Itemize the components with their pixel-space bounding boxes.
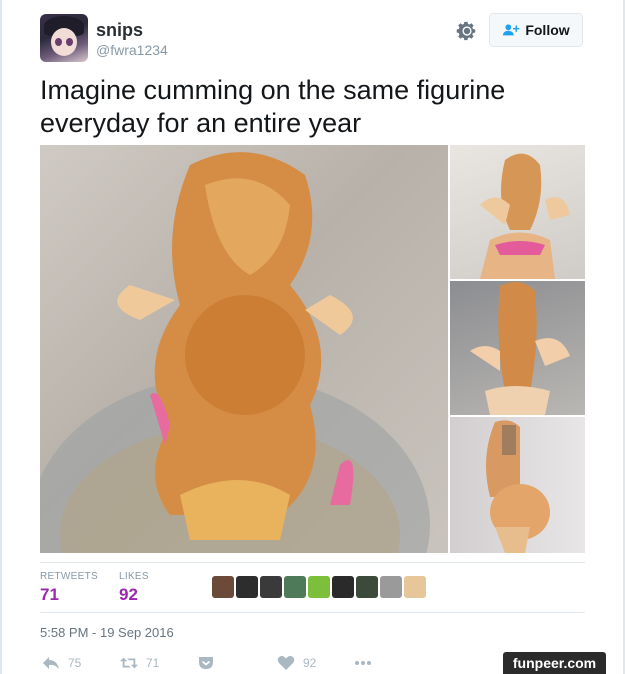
liker-avatar[interactable]: [380, 576, 402, 598]
more-icon: [355, 661, 371, 665]
avatar[interactable]: [40, 14, 88, 62]
retweets-label: RETWEETS: [40, 571, 98, 582]
retweet-button[interactable]: 71: [120, 655, 159, 671]
tweet-timestamp[interactable]: 5:58 PM - 19 Sep 2016: [40, 625, 174, 640]
side-photo-top[interactable]: [450, 145, 585, 279]
follow-button[interactable]: Follow: [489, 13, 583, 47]
liker-avatar[interactable]: [308, 576, 330, 598]
liker-avatar[interactable]: [260, 576, 282, 598]
divider: [40, 612, 585, 613]
retweets-count[interactable]: 71: [40, 585, 59, 605]
liker-avatar[interactable]: [404, 576, 426, 598]
reply-button[interactable]: 75: [42, 655, 81, 671]
liker-avatar[interactable]: [332, 576, 354, 598]
tweet-text: Imagine cumming on the same figurine eve…: [40, 75, 506, 138]
likes-label: LIKES: [119, 571, 149, 582]
like-button[interactable]: 92: [277, 655, 316, 671]
reply-icon: [43, 657, 59, 669]
save-button[interactable]: [197, 655, 215, 671]
side-photo-bottom[interactable]: [450, 417, 585, 553]
retweet-count: 71: [146, 656, 160, 670]
user-handle[interactable]: @fwra1234: [96, 42, 168, 58]
watermark: funpeer.com: [503, 652, 606, 674]
more-button[interactable]: [354, 655, 372, 671]
side-photo-middle[interactable]: [450, 281, 585, 415]
liker-avatar[interactable]: [356, 576, 378, 598]
heart-icon: [277, 656, 295, 670]
follow-label: Follow: [525, 22, 570, 38]
left-border: [0, 0, 2, 674]
gear-icon[interactable]: [456, 20, 478, 42]
like-count: 92: [303, 656, 317, 670]
likes-count[interactable]: 92: [119, 585, 138, 605]
retweet-icon: [120, 657, 138, 669]
liker-avatar[interactable]: [236, 576, 258, 598]
liker-avatars: [212, 576, 426, 598]
user-name[interactable]: snips: [96, 20, 143, 41]
pocket-icon: [199, 657, 213, 669]
reply-count: 75: [68, 656, 82, 670]
add-user-icon: [503, 24, 520, 36]
main-photo[interactable]: [40, 145, 448, 553]
liker-avatar[interactable]: [212, 576, 234, 598]
liker-avatar[interactable]: [284, 576, 306, 598]
divider: [40, 562, 585, 563]
